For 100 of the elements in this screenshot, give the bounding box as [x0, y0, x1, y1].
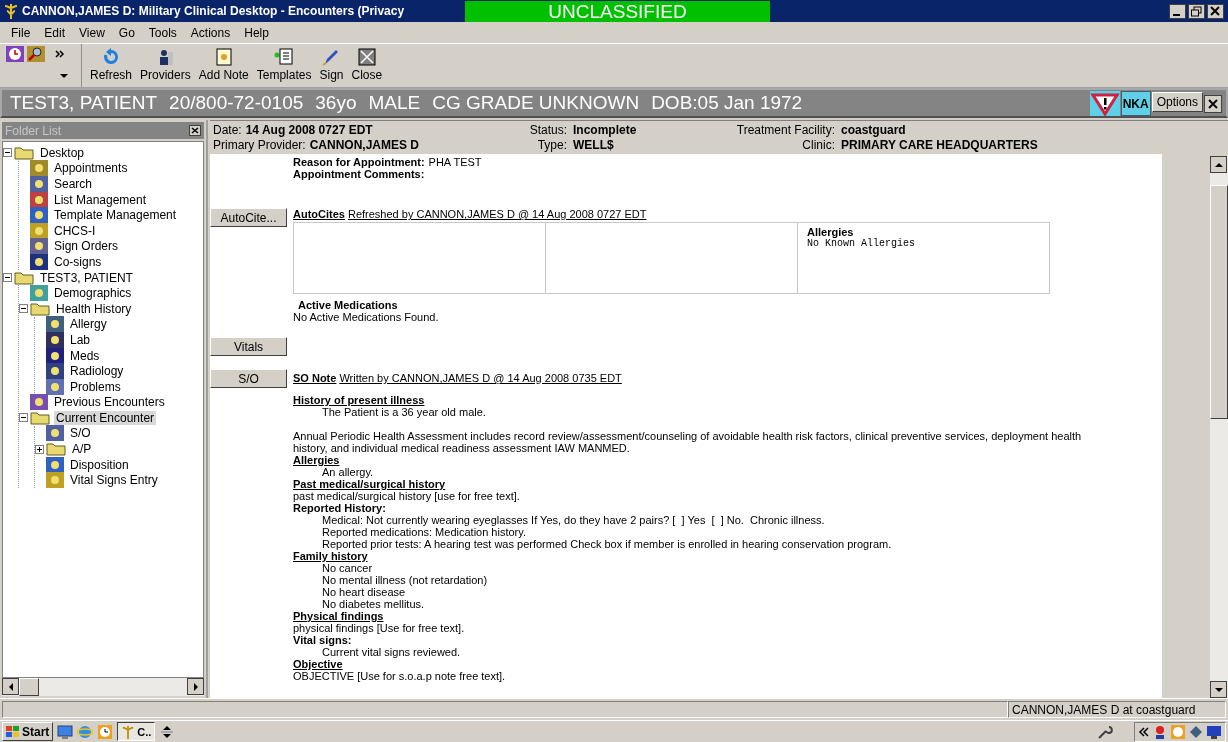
toolbar-button[interactable]: Refresh	[88, 48, 135, 87]
field-label: Treatment Facility:	[735, 123, 836, 137]
field-value: WELL$	[573, 138, 615, 152]
note-line: An allergy.	[321, 466, 375, 478]
collapse-icon[interactable]	[3, 148, 12, 158]
tree-item[interactable]: Current Encounter	[54, 410, 157, 425]
tree-item[interactable]: Demographics	[52, 286, 134, 301]
close-button[interactable]	[1207, 3, 1224, 19]
note-line: No heart disease	[321, 586, 407, 598]
tree-item[interactable]: Appointments	[52, 161, 130, 176]
caduceus-icon	[4, 3, 18, 19]
app-tile-icon	[46, 456, 64, 473]
note-line: No diabetes mellitus.	[321, 598, 426, 610]
scroll-thumb[interactable]	[1210, 185, 1228, 419]
note-line: Reported History:	[293, 502, 387, 514]
close-icon	[357, 48, 376, 66]
caret-icon[interactable]	[60, 74, 68, 78]
taskbar-button[interactable]: C..	[117, 722, 156, 741]
menu-item[interactable]: Tools	[141, 25, 184, 40]
tree-item[interactable]: Sign Orders	[52, 239, 121, 254]
close-icon[interactable]	[189, 125, 201, 136]
tree-item[interactable]: List Management	[52, 192, 149, 207]
field-label: Type:	[536, 138, 568, 152]
warning-icon[interactable]	[1089, 91, 1120, 116]
menu-item[interactable]: File	[4, 25, 38, 40]
toolbar-button[interactable]: Close	[349, 48, 385, 87]
tree-item[interactable]: Allergy	[68, 317, 109, 332]
collapse-icon[interactable]	[19, 304, 28, 314]
panel-heading: Allergies	[807, 226, 855, 238]
monitor-icon[interactable]	[1206, 723, 1222, 740]
menu-item[interactable]: View	[72, 25, 112, 40]
clock-icon[interactable]	[6, 46, 24, 62]
close-icon[interactable]	[1204, 95, 1222, 113]
allergy-button[interactable]: NKA	[1120, 91, 1151, 116]
toolbar-button[interactable]: Sign	[317, 48, 346, 87]
so-button[interactable]: S/O	[210, 369, 287, 388]
tree-item[interactable]: TEST3, PATIENT	[38, 270, 135, 285]
folder-icon	[30, 301, 50, 316]
toolbar-button[interactable]: Providers	[138, 48, 193, 87]
tree-item[interactable]: Lab	[68, 332, 93, 347]
tree-item[interactable]: Vital Signs Entry	[68, 473, 160, 488]
app-tile-icon	[30, 238, 48, 255]
scroll-up-button[interactable]	[1210, 156, 1227, 173]
autocite-button[interactable]: AutoCite...	[210, 208, 287, 227]
toolbar-button[interactable]: Add Note	[196, 48, 251, 87]
tree-item[interactable]: Co-signs	[52, 254, 104, 269]
vitals-button[interactable]: Vitals	[210, 337, 287, 356]
note-line: past medical/surgical history [use for free text].	[293, 490, 521, 502]
tree-item[interactable]: Disposition	[68, 457, 131, 472]
tree-item[interactable]: Search	[52, 177, 95, 191]
note-line: No cancer	[321, 562, 374, 574]
scroll-right-button[interactable]	[187, 678, 204, 695]
note-icon	[215, 48, 232, 66]
tree-item[interactable]: Meds	[68, 348, 102, 363]
expand-icon[interactable]	[35, 444, 44, 454]
collapse-icon[interactable]	[3, 273, 12, 283]
tree-item[interactable]: CHCS-I	[52, 223, 98, 238]
note-line: Vital signs:	[293, 634, 353, 646]
menu-item[interactable]: Help	[237, 25, 276, 40]
start-button[interactable]: Start	[2, 722, 54, 741]
scroll-thumb[interactable]	[19, 678, 39, 696]
app-tile-icon	[46, 316, 64, 333]
menu-item[interactable]: Go	[111, 25, 142, 40]
caduceus-icon	[121, 724, 136, 739]
field-label: Status:	[528, 123, 568, 137]
tray-icon[interactable]	[1188, 723, 1204, 740]
tree-item[interactable]: Template Management	[52, 208, 179, 223]
note-line: Past medical/surgical history	[293, 478, 447, 490]
minimize-button[interactable]	[1169, 3, 1186, 19]
scroll-down-button[interactable]	[1210, 681, 1227, 698]
menu-item[interactable]: Actions	[183, 25, 238, 40]
tree-item[interactable]: S/O	[68, 426, 93, 441]
magnifier-icon[interactable]	[27, 46, 45, 62]
app-tile-icon	[46, 425, 64, 442]
tree-item[interactable]: A/P	[70, 442, 94, 457]
chevrons-icon[interactable]	[54, 48, 66, 60]
desktop-icon[interactable]	[57, 723, 74, 740]
menu-item[interactable]: Edit	[37, 25, 73, 40]
patient-info: DOB:05 Jan 1972	[651, 92, 803, 114]
note-line: Current vital signs reviewed.	[321, 646, 462, 658]
collapse-icon[interactable]	[19, 413, 28, 423]
folder-icon	[14, 145, 34, 160]
tree-item[interactable]: Problems	[68, 379, 123, 394]
field-label: Appointment Comments:	[293, 168, 425, 180]
tree-item[interactable]: Desktop	[38, 145, 87, 160]
tree-item[interactable]: Radiology	[68, 364, 126, 379]
note-line: Annual Periodic Health Assessment includes record review/assessment/counseling of avoidable health risk factors, clinical preventive services, deployment health history, and individual medical readiness assessment IAW MANMED.	[293, 430, 1083, 454]
tree-item[interactable]: Previous Encounters	[52, 395, 167, 410]
toolbar-button[interactable]: Templates	[254, 48, 314, 87]
section-title: SO Note	[293, 372, 337, 384]
wrench-icon[interactable]	[1097, 723, 1113, 740]
document-icon	[274, 48, 295, 66]
refresh-icon	[102, 48, 120, 66]
restore-button[interactable]	[1188, 3, 1205, 19]
scroll-left-button[interactable]	[2, 678, 19, 695]
app-tile-icon	[46, 472, 64, 489]
tree-item[interactable]: Health History	[54, 301, 134, 316]
options-button[interactable]: Options	[1151, 92, 1203, 112]
patient-info: 20/800-72-0105	[169, 92, 304, 114]
clock-icon[interactable]	[97, 723, 114, 740]
